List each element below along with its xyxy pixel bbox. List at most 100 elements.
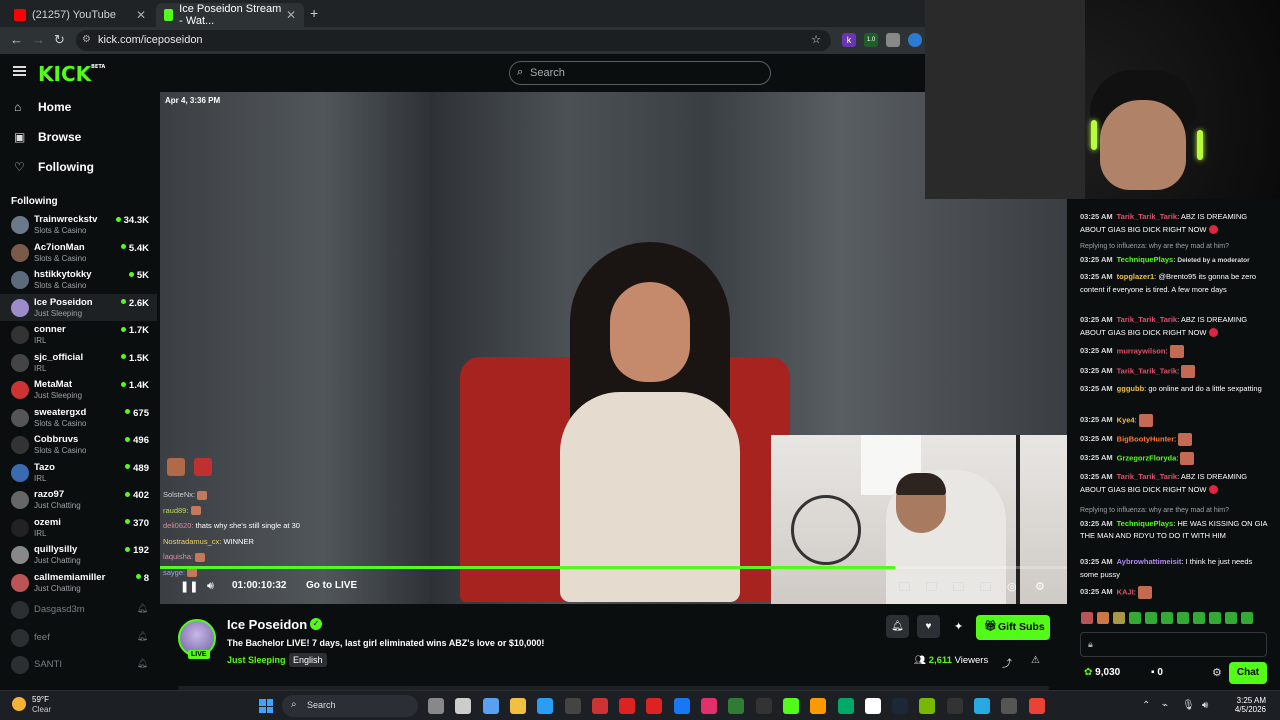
chat-user[interactable]: gggubb [1117,384,1145,393]
chat-message[interactable]: 03:25 AM Aybrowhattimeisit: I think he ju… [1080,556,1272,581]
taskbar-app-icon[interactable] [919,698,936,714]
sidebar-channel[interactable]: quillysilly Just Chatting 192 [0,541,157,568]
sidebar-channel[interactable]: Tazo IRL 489 [0,459,157,486]
sidebar-channel[interactable]: Ice Poseidon Just Sleeping 2.6K [0,293,157,321]
emote[interactable] [1225,612,1237,624]
chat-user[interactable]: TechniquePlays [1117,519,1174,528]
windows-start-icon[interactable] [259,699,273,713]
nav-browse[interactable]: ▣ Browse [14,130,81,144]
taskbar-app-icon[interactable] [455,698,472,714]
language-tag[interactable]: English [289,653,327,667]
chat-user[interactable]: Tarik_Tarik_Tarik [1117,366,1177,375]
taskbar-app-icon[interactable] [810,698,827,714]
emote[interactable] [1209,612,1221,624]
chat-input[interactable]: 🔒︎ [1080,632,1267,657]
close-icon[interactable]: ✕ [286,8,296,22]
notification-icon[interactable]: 🔔︎ [137,603,148,614]
fullscreen-icon[interactable] [980,582,991,591]
menu-icon[interactable] [13,66,26,76]
channel-points[interactable]: ✿ 9,030 [1084,667,1120,678]
chat-message[interactable]: 03:25 AM Tarik_Tarik_Tarik: ABZ IS DREAMI… [1080,471,1272,496]
reload-icon[interactable]: ↻ [54,32,65,48]
mic-icon[interactable]: 🎙︎ [1182,700,1195,711]
secondary-points[interactable]: ▪ 0 [1151,667,1163,678]
nav-home[interactable]: ⌂ Home [14,100,71,114]
chat-message[interactable]: Replying to influenza: why are they mad … [1080,505,1272,543]
chat-message[interactable]: 03:25 AM Kye4: [1080,414,1272,427]
chat-user[interactable]: Kye4 [1117,415,1135,424]
taskbar-app-icon[interactable] [537,698,554,714]
close-icon[interactable]: ✕ [136,8,146,22]
extension-icon[interactable]: 1.0 [864,33,878,47]
taskbar-app-icon[interactable] [673,698,690,714]
chat-user[interactable]: murraywilson [1117,346,1166,355]
taskbar-search[interactable]: ⌕ Search [282,695,418,717]
theater-mode-icon[interactable] [953,582,964,591]
extension-icon[interactable] [886,33,900,47]
sidebar-channel[interactable]: callmemiamiller Just Chatting 8 [0,569,157,596]
bookmark-star-icon[interactable]: ☆ [811,33,821,46]
chat-user[interactable]: GrzegorzFloryda [1117,453,1177,462]
chat-user[interactable]: Tarik_Tarik_Tarik [1117,212,1177,221]
follow-heart-icon[interactable]: ♥ [917,615,940,638]
chat-user[interactable]: Tarik_Tarik_Tarik [1117,472,1177,481]
chat-message[interactable]: 03:25 AM KAJI: [1080,586,1272,599]
site-info-icon[interactable]: ⚙ [82,34,91,45]
taskbar-app-icon[interactable] [1001,698,1018,714]
go-to-live-button[interactable]: Go to LIVE [306,580,357,591]
sidebar-channel[interactable]: Cobbruvs Slots & Casino 496 [0,431,157,458]
taskbar-app-icon[interactable] [564,698,581,714]
volume-icon[interactable]: 🔊︎ [207,580,214,593]
taskbar-app-icon[interactable] [509,698,526,714]
taskbar-app-icon[interactable] [837,698,854,714]
kick-logo[interactable]: KICKBETA [38,62,105,86]
taskbar-app-icon[interactable] [755,698,772,714]
chat-message[interactable]: 03:25 AM Tarik_Tarik_Tarik: [1080,365,1272,378]
taskbar-app-icon[interactable] [428,698,444,714]
system-clock[interactable]: 3:25 AM 4/5/2026 [1235,696,1266,714]
taskbar-app-icon[interactable] [1028,698,1045,714]
mini-player-icon[interactable] [899,582,910,591]
volume-icon[interactable]: 🔊︎ [1202,700,1208,711]
tab-kick[interactable]: Ice Poseidon Stream - Wat... ✕ [156,3,304,27]
network-icon[interactable]: ⌁ [1162,700,1168,711]
streamer-name[interactable]: Ice Poseidon [227,617,307,632]
chat-user[interactable]: topglazer1 [1117,272,1155,281]
chat-message[interactable]: 03:25 AM gggubb: go online and do a littl… [1080,383,1272,396]
emote[interactable] [1129,612,1141,624]
taskbar-app-icon[interactable] [728,698,745,714]
clip-icon[interactable] [926,582,937,591]
chat-user[interactable]: Tarik_Tarik_Tarik [1117,315,1177,324]
chat-message[interactable]: 03:25 AM Tarik_Tarik_Tarik: ABZ IS DREAMI… [1080,314,1272,339]
sidebar-channel-offline[interactable]: SANTI 🔔︎ [0,651,157,678]
notification-icon[interactable]: 🔔︎ [137,658,148,669]
extension-icon[interactable] [908,33,922,47]
sidebar-channel[interactable]: Ac7ionMan Slots & Casino 5.4K [0,239,157,266]
sparkle-icon[interactable]: ✦ [954,620,963,633]
taskbar-app-icon[interactable] [646,698,663,714]
emote[interactable] [1193,612,1205,624]
pause-icon[interactable]: ❚❚ [180,580,198,593]
back-icon[interactable]: ← [10,32,23,47]
taskbar-app-icon[interactable] [591,698,608,714]
tray-chevron-icon[interactable]: ⌃ [1142,700,1150,711]
chat-message[interactable]: 03:25 AM GrzegorzFloryda: [1080,452,1272,465]
taskbar-app-icon[interactable] [864,698,881,714]
taskbar-app-icon[interactable] [482,698,499,714]
new-tab-button[interactable]: + [310,5,318,21]
emote[interactable] [1145,612,1157,624]
chat-message[interactable]: 03:25 AM BigBootyHunter: [1080,433,1272,446]
category-link[interactable]: Just Sleeping [227,655,286,665]
speed-icon[interactable]: ◎ [1007,580,1017,593]
emote[interactable] [1241,612,1253,624]
chat-message[interactable]: 03:25 AM topglazer1: @Brento95 its gonna … [1080,271,1272,296]
tab-youtube[interactable]: (21257) YouTube ✕ [6,3,154,27]
settings-gear-icon[interactable]: ⚙ [1035,580,1045,593]
sidebar-channel[interactable]: Trainwreckstv Slots & Casino 34.3K [0,211,157,238]
chat-user[interactable]: TechniquePlays [1117,255,1174,264]
sidebar-channel[interactable]: MetaMat Just Sleeping 1.4K [0,376,157,403]
emote[interactable] [1081,612,1093,624]
chat-user[interactable]: BigBootyHunter [1117,434,1175,443]
sidebar-channel[interactable]: hstikkytokky Slots & Casino 5K [0,266,157,293]
send-chat-button[interactable]: Chat [1229,662,1267,684]
